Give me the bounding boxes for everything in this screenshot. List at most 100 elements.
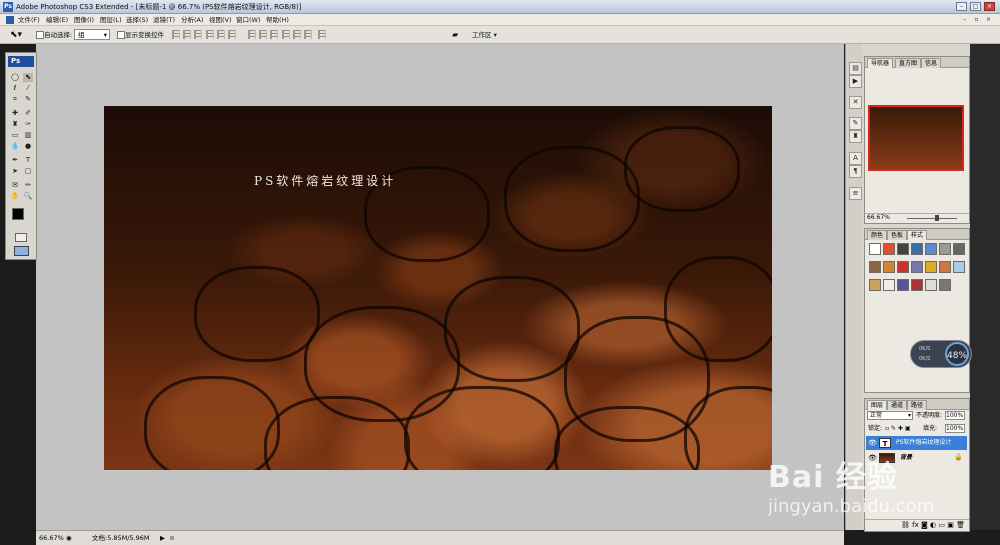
- document-icon[interactable]: [6, 16, 14, 24]
- align-horizontal-buttons[interactable]: [206, 30, 236, 40]
- foreground-color-swatch[interactable]: [12, 208, 24, 220]
- menu-image[interactable]: 图像(I): [74, 15, 94, 25]
- opacity-input[interactable]: 100%: [945, 411, 965, 420]
- shape-tool-icon[interactable]: ▢: [23, 167, 33, 176]
- style-swatch[interactable]: [953, 243, 965, 255]
- style-swatch[interactable]: [939, 243, 951, 255]
- screen-mode-icon[interactable]: [14, 246, 29, 256]
- lock-icons[interactable]: ▫ ✎ ✚ ▣: [885, 425, 911, 433]
- blur-tool-icon[interactable]: 💧: [10, 142, 20, 151]
- style-swatch[interactable]: [869, 279, 881, 291]
- tab-styles[interactable]: 样式: [907, 230, 928, 240]
- menu-file[interactable]: 文件(F): [18, 15, 40, 25]
- eraser-tool-icon[interactable]: ▭: [10, 131, 20, 140]
- crop-tool-icon[interactable]: ⌗: [10, 95, 20, 104]
- tab-swatches[interactable]: 色板: [887, 230, 908, 240]
- style-swatch[interactable]: [939, 279, 951, 291]
- style-swatch[interactable]: [897, 243, 909, 255]
- character-icon[interactable]: A: [849, 152, 862, 165]
- tab-histogram[interactable]: 直方图: [895, 58, 922, 68]
- move-tool-icon[interactable]: ⬉▾: [10, 30, 22, 40]
- workspace-icon[interactable]: ▰: [452, 30, 458, 40]
- tab-channels[interactable]: 通道: [887, 400, 908, 410]
- menu-help[interactable]: 帮助(H): [266, 15, 289, 25]
- brush-tool-icon[interactable]: ✐: [23, 109, 33, 118]
- paragraph-icon[interactable]: ¶: [849, 165, 862, 178]
- notes-tool-icon[interactable]: ✉: [10, 181, 20, 190]
- doc-close-icon[interactable]: ×: [984, 15, 993, 24]
- style-swatch[interactable]: [911, 261, 923, 273]
- layer-row-text[interactable]: 👁 T PS软件熔岩纹理设计: [866, 436, 967, 450]
- healing-brush-icon[interactable]: ✚: [10, 109, 20, 118]
- status-zoom[interactable]: 66.67%: [39, 533, 64, 543]
- clone-source-icon[interactable]: ♜: [849, 130, 862, 143]
- auto-select-checkbox[interactable]: [36, 31, 44, 39]
- zoom-slider[interactable]: [907, 218, 957, 219]
- menu-view[interactable]: 视图(V): [209, 15, 232, 25]
- style-swatch[interactable]: [897, 261, 909, 273]
- navigator-preview[interactable]: [868, 105, 964, 171]
- auto-select-dropdown[interactable]: 组 ▾: [74, 29, 110, 40]
- layer-comps-icon[interactable]: ≡: [849, 187, 862, 200]
- scroll-left-icon[interactable]: [170, 536, 174, 540]
- close-icon[interactable]: ×: [984, 2, 995, 11]
- hand-tool-icon[interactable]: ✋: [10, 192, 20, 201]
- doc-minimize-icon[interactable]: –: [960, 15, 969, 24]
- doc-restore-icon[interactable]: ▫: [972, 15, 981, 24]
- tab-color[interactable]: 颜色: [867, 230, 888, 240]
- fill-input[interactable]: 100%: [945, 424, 965, 433]
- tab-layers[interactable]: 图层: [867, 400, 888, 410]
- tool-presets-icon[interactable]: ✕: [849, 96, 862, 109]
- dodge-tool-icon[interactable]: ●: [23, 142, 33, 151]
- pen-tool-icon[interactable]: ✒: [10, 156, 20, 165]
- style-swatch[interactable]: [883, 243, 895, 255]
- slice-tool-icon[interactable]: ✎: [23, 95, 33, 104]
- show-transform-checkbox[interactable]: [117, 31, 125, 39]
- tab-paths[interactable]: 路径: [907, 400, 928, 410]
- blend-mode-dropdown[interactable]: 正常 ▾: [867, 411, 913, 420]
- menu-edit[interactable]: 编辑(E): [46, 15, 68, 25]
- minimize-icon[interactable]: –: [956, 2, 967, 11]
- menu-analysis[interactable]: 分析(A): [181, 15, 204, 25]
- marquee-tool-icon[interactable]: ◯: [10, 73, 20, 82]
- quick-mask-icon[interactable]: [15, 233, 27, 242]
- document-canvas[interactable]: PS软件熔岩纹理设计: [104, 106, 772, 470]
- tab-info[interactable]: 信息: [921, 58, 942, 68]
- tab-navigator[interactable]: 导航器: [867, 58, 894, 68]
- history-brush-icon[interactable]: ✑: [23, 120, 33, 129]
- actions-icon[interactable]: ▶: [849, 75, 862, 88]
- move-tool-icon[interactable]: ⬉: [23, 73, 33, 82]
- zoom-tool-icon[interactable]: 🔍: [23, 192, 33, 201]
- status-menu-arrow-icon[interactable]: ▶: [160, 533, 165, 543]
- menu-layer[interactable]: 图层(L): [100, 15, 122, 25]
- path-selection-icon[interactable]: ➤: [10, 167, 20, 176]
- distribute-vertical-buttons[interactable]: [248, 30, 278, 40]
- style-swatch[interactable]: [883, 261, 895, 273]
- menu-window[interactable]: 窗口(W): [236, 15, 261, 25]
- style-swatch[interactable]: [925, 279, 937, 291]
- style-swatch[interactable]: [911, 243, 923, 255]
- distribute-horizontal-buttons[interactable]: [282, 30, 312, 40]
- zoom-slider-thumb[interactable]: [935, 215, 939, 221]
- workspace-menu[interactable]: 工作区 ▾: [472, 30, 497, 40]
- style-swatch[interactable]: [925, 243, 937, 255]
- style-swatch[interactable]: [939, 261, 951, 273]
- style-swatch[interactable]: [883, 279, 895, 291]
- style-swatch[interactable]: [911, 279, 923, 291]
- menu-filter[interactable]: 滤镜(T): [153, 15, 175, 25]
- menu-select[interactable]: 选择(S): [126, 15, 148, 25]
- style-swatch[interactable]: [953, 261, 965, 273]
- lasso-tool-icon[interactable]: ℓ: [10, 84, 20, 93]
- align-buttons[interactable]: [172, 30, 202, 40]
- brushes-icon[interactable]: ✎: [849, 117, 862, 130]
- network-speed-widget[interactable]: 0K/S 0K/S 48%: [910, 340, 972, 368]
- history-icon[interactable]: ▤: [849, 62, 862, 75]
- status-icon[interactable]: ◉: [66, 533, 72, 543]
- gradient-tool-icon[interactable]: ▥: [23, 131, 33, 140]
- style-swatch[interactable]: [869, 243, 881, 255]
- magic-wand-icon[interactable]: ⁄: [23, 84, 33, 93]
- navigator-zoom-value[interactable]: 66.67%: [867, 214, 890, 222]
- type-tool-icon[interactable]: T: [23, 156, 33, 165]
- auto-align-button[interactable]: [318, 30, 326, 40]
- clone-stamp-icon[interactable]: ♜: [10, 120, 20, 129]
